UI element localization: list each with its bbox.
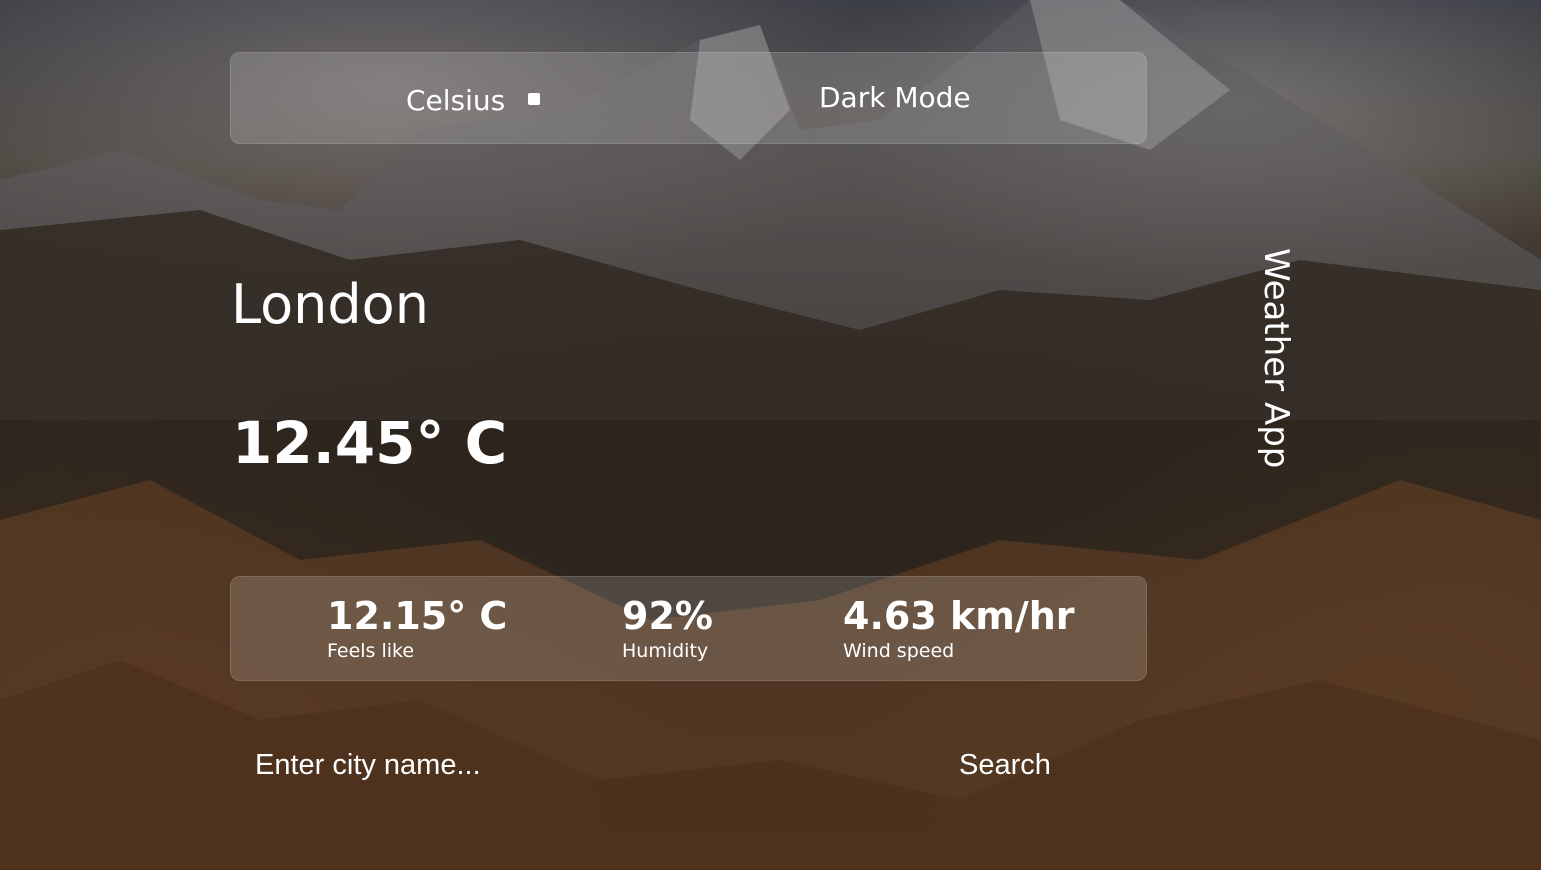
city-search-input[interactable] — [240, 740, 840, 790]
unit-toggle-checkbox[interactable] — [528, 93, 540, 105]
feels-like-stat: 12.15° C Feels like — [327, 593, 507, 663]
feels-like-value: 12.15° C — [327, 594, 508, 638]
unit-label: Celsius — [406, 84, 506, 117]
settings-bar: Celsius Dark Mode — [230, 52, 1147, 144]
wind-speed-label: Wind speed — [843, 640, 955, 662]
feels-like-label: Feels like — [327, 640, 415, 662]
humidity-value: 92% — [622, 594, 713, 638]
humidity-stat: 92% Humidity — [622, 593, 713, 663]
app-title: Weather App — [1256, 248, 1296, 469]
wind-speed-stat: 4.63 km/hr Wind speed — [843, 593, 1075, 663]
city-name: London — [231, 273, 429, 336]
current-temperature: 12.45° C — [232, 409, 508, 477]
humidity-label: Humidity — [622, 640, 709, 662]
weather-stats-panel: 12.15° C Feels like 92% Humidity 4.63 km… — [230, 576, 1147, 681]
dark-mode-toggle[interactable]: Dark Mode — [819, 81, 971, 115]
search-button[interactable]: Search — [940, 740, 1070, 790]
wind-speed-value: 4.63 km/hr — [843, 594, 1075, 638]
